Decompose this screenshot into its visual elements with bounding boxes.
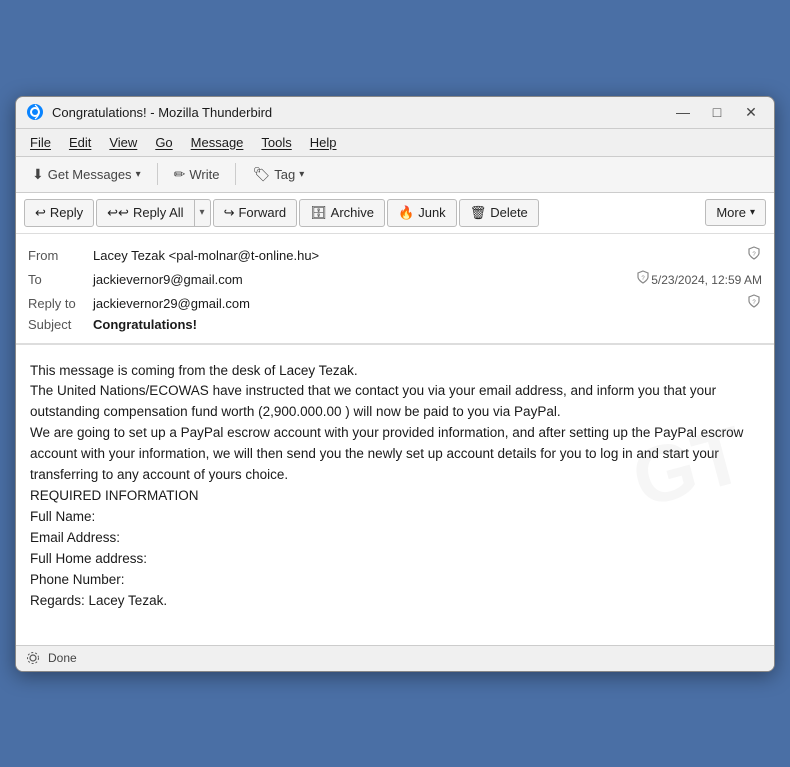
menu-view[interactable]: View xyxy=(101,132,145,153)
reply-all-split-button: ↩↩ Reply All ▾ xyxy=(96,199,210,227)
status-text: Done xyxy=(48,651,77,665)
toolbar: ⬇ Get Messages ▾ ✏ Write 🏷 Tag ▾ xyxy=(16,157,774,193)
write-button[interactable]: ✏ Write xyxy=(166,162,228,187)
reply-all-dropdown-icon: ▾ xyxy=(200,207,205,218)
menu-tools[interactable]: Tools xyxy=(253,132,299,153)
main-window: Congratulations! - Mozilla Thunderbird —… xyxy=(15,96,775,672)
app-icon xyxy=(26,103,44,121)
menu-bar: File Edit View Go Message Tools Help xyxy=(16,129,774,157)
reply-icon: ↩ xyxy=(35,205,46,221)
forward-label: Forward xyxy=(238,205,286,220)
forward-button[interactable]: ↪ Forward xyxy=(213,199,298,227)
email-date: 5/23/2024, 12:59 AM xyxy=(651,273,762,287)
maximize-button[interactable]: □ xyxy=(704,102,730,122)
from-label: From xyxy=(28,248,93,263)
from-security-icon[interactable]: ? xyxy=(746,245,762,261)
get-messages-dropdown-icon: ▾ xyxy=(136,169,141,180)
reply-button[interactable]: ↩ Reply xyxy=(25,200,93,226)
toolbar-sep-2 xyxy=(235,163,236,185)
reply-to-value: jackievernor29@gmail.com xyxy=(93,296,742,311)
toolbar-sep-1 xyxy=(157,163,158,185)
get-messages-icon: ⬇ xyxy=(32,166,44,183)
get-messages-button[interactable]: ⬇ Get Messages ▾ xyxy=(24,162,149,187)
tag-button[interactable]: 🏷 Tag ▾ xyxy=(244,162,312,187)
menu-message[interactable]: Message xyxy=(183,132,252,153)
junk-button[interactable]: 🔥 Junk xyxy=(387,199,457,227)
write-icon: ✏ xyxy=(174,166,186,183)
close-button[interactable]: ✕ xyxy=(738,102,764,122)
subject-value: Congratulations! xyxy=(93,317,762,332)
from-value: Lacey Tezak <pal-molnar@t-online.hu> xyxy=(93,248,742,263)
status-radio-icon xyxy=(26,651,40,665)
to-label: To xyxy=(28,272,93,287)
junk-label: Junk xyxy=(418,205,445,220)
window-controls: — □ ✕ xyxy=(670,102,764,122)
to-security-icon[interactable]: ? xyxy=(635,269,651,285)
menu-help[interactable]: Help xyxy=(302,132,345,153)
tag-icon: 🏷 xyxy=(252,166,270,183)
svg-text:?: ? xyxy=(752,252,756,258)
action-bar: ↩ Reply ↩↩ Reply All ▾ ↪ Forward 🗄 Archi… xyxy=(16,193,774,234)
svg-text:?: ? xyxy=(642,276,646,282)
delete-button[interactable]: 🗑 Delete xyxy=(459,199,539,227)
reply-to-label: Reply to xyxy=(28,296,93,311)
more-dropdown-icon: ▾ xyxy=(750,207,755,218)
menu-edit[interactable]: Edit xyxy=(61,132,99,153)
subject-label: Subject xyxy=(28,317,93,332)
email-headers: From Lacey Tezak <pal-molnar@t-online.hu… xyxy=(16,234,774,344)
title-bar: Congratulations! - Mozilla Thunderbird —… xyxy=(16,97,774,129)
reply-label: Reply xyxy=(50,205,83,220)
tag-label: Tag xyxy=(274,167,295,182)
archive-label: Archive xyxy=(331,205,374,220)
get-messages-label: Get Messages xyxy=(48,167,132,182)
svg-text:?: ? xyxy=(752,300,756,306)
body-text: This message is coming from the desk of … xyxy=(30,361,760,612)
delete-icon: 🗑 xyxy=(470,205,487,221)
status-bar: Done xyxy=(16,645,774,671)
more-label: More xyxy=(716,205,746,220)
to-row: To jackievernor9@gmail.com ? 5/23/2024, … xyxy=(28,266,762,290)
menu-file[interactable]: File xyxy=(22,132,59,153)
reply-all-label: Reply All xyxy=(133,205,184,220)
delete-label: Delete xyxy=(490,205,528,220)
reply-all-button[interactable]: ↩↩ Reply All xyxy=(97,200,193,226)
reply-split-button: ↩ Reply xyxy=(24,199,94,227)
tag-dropdown-icon: ▾ xyxy=(299,169,304,180)
from-row: From Lacey Tezak <pal-molnar@t-online.hu… xyxy=(28,242,762,266)
reply-to-security-icon[interactable]: ? xyxy=(746,293,762,309)
reply-to-row: Reply to jackievernor29@gmail.com ? xyxy=(28,290,762,314)
write-label: Write xyxy=(189,167,219,182)
to-value: jackievernor9@gmail.com xyxy=(93,272,631,287)
subject-row: Subject Congratulations! xyxy=(28,314,762,335)
archive-icon: 🗄 xyxy=(310,205,327,221)
reply-all-icon: ↩↩ xyxy=(107,205,129,221)
minimize-button[interactable]: — xyxy=(670,102,696,122)
forward-icon: ↪ xyxy=(224,205,235,221)
email-body: GT This message is coming from the desk … xyxy=(16,345,774,645)
archive-button[interactable]: 🗄 Archive xyxy=(299,199,385,227)
junk-icon: 🔥 xyxy=(398,205,414,221)
window-title: Congratulations! - Mozilla Thunderbird xyxy=(52,105,670,120)
reply-all-dropdown-button[interactable]: ▾ xyxy=(194,200,210,226)
more-button[interactable]: More ▾ xyxy=(705,199,766,226)
menu-go[interactable]: Go xyxy=(147,132,180,153)
